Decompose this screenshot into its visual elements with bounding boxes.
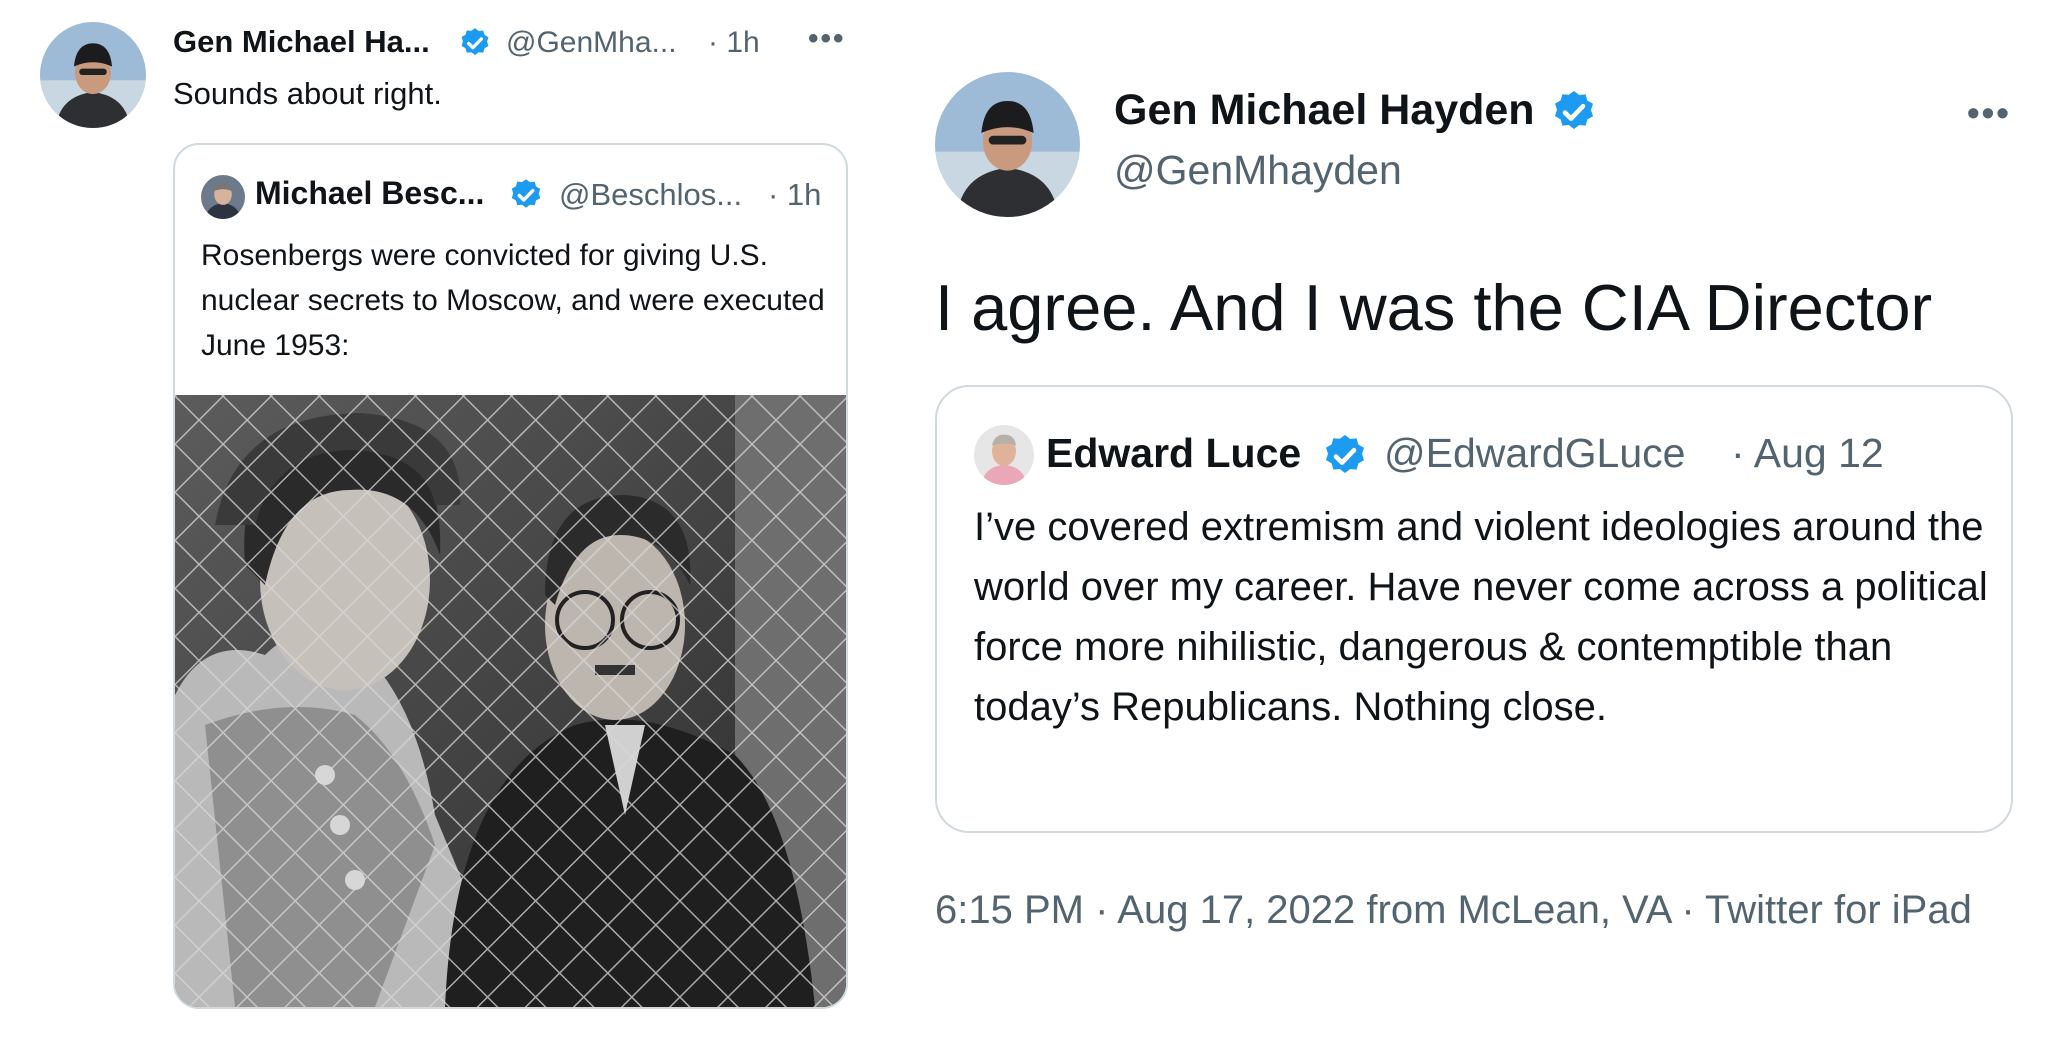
quoted-author-handle[interactable]: @Beschlos...	[559, 177, 742, 213]
quoted-text: Rosenbergs were convicted for giving U.S…	[201, 239, 825, 362]
avatar-edward-luce	[974, 425, 1034, 485]
verified-badge-icon	[511, 179, 541, 208]
rosenbergs-photo[interactable]	[175, 395, 846, 1007]
verified-badge-icon	[1326, 435, 1364, 473]
author-name[interactable]: Gen Michael Ha...	[173, 24, 430, 60]
quoted-text: I’ve covered extremism and violent ideol…	[974, 505, 1988, 729]
more-icon[interactable]: •••	[808, 22, 846, 56]
author-handle[interactable]: @GenMha...	[506, 26, 677, 60]
author-handle[interactable]: @GenMhayden	[1114, 147, 1402, 194]
quoted-author-name[interactable]: Michael Besc...	[255, 175, 484, 212]
tweet-text: I agree. And I was the CIA Director	[935, 271, 1933, 344]
verified-badge-icon	[1555, 91, 1593, 129]
quoted-author-handle[interactable]: @EdwardGLuce	[1384, 430, 1685, 477]
quoted-author-name[interactable]: Edward Luce	[1046, 430, 1301, 477]
tweet-text: Sounds about right.	[173, 76, 442, 111]
avatar-gen-hayden[interactable]	[935, 72, 1080, 217]
avatar-beschloss	[201, 175, 245, 219]
avatar-gen-hayden-small[interactable]	[40, 22, 146, 128]
quoted-time[interactable]: · 1h	[768, 177, 821, 213]
quoted-tweet[interactable]: Edward Luce @EdwardGLuce · Aug 12 I’ve c…	[935, 385, 2013, 833]
photo-illustration	[175, 395, 846, 1007]
author-name[interactable]: Gen Michael Hayden	[1114, 86, 1535, 135]
more-icon[interactable]: •••	[1967, 92, 2011, 134]
verified-badge-icon	[461, 28, 489, 56]
tweet-time[interactable]: · 1h	[708, 26, 760, 60]
tweet-metadata[interactable]: 6:15 PM · Aug 17, 2022 from McLean, VA ·…	[935, 880, 2015, 940]
quoted-tweet[interactable]: Michael Besc... @Beschlos... · 1h Rosenb…	[173, 143, 848, 1009]
quoted-date[interactable]: · Aug 12	[1731, 430, 1884, 477]
